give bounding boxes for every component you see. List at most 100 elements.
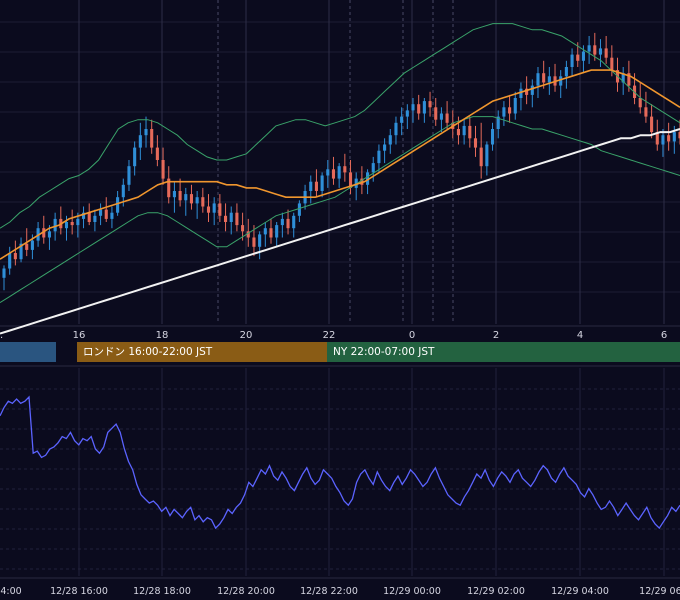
x-tick-label: 18 [156,330,169,341]
candle-body [326,169,330,176]
candle-body [400,116,404,123]
candle-body [184,194,188,201]
candle-body [13,253,17,260]
candle-body [286,218,290,229]
candle-body [434,107,438,120]
osc-x-tick-label: 12/28 16:00 [50,586,108,597]
short-ma-line [0,69,680,260]
oscillator-line [0,395,680,530]
candle-body [104,209,108,219]
candle-body [570,54,574,67]
candle-body [388,135,392,145]
candle-body [127,166,131,185]
osc-x-tick-label: 12/29 00:00 [383,586,441,597]
candle-body [195,197,199,204]
candle-body [536,73,540,86]
candle-body [598,48,603,55]
candle-body [252,237,256,247]
candle-body [223,215,228,222]
candle-body [508,107,512,114]
candle-body [490,129,495,145]
session-london: ロンドン 16:00-22:00 JST [77,342,327,362]
osc-x-tick-label: 12/28 18:00 [133,586,191,597]
candle-body [269,228,273,238]
candle-body [564,67,568,77]
candle-body [576,54,580,61]
candle-body [297,203,301,216]
candle-body [172,191,176,198]
candle-body [439,113,443,120]
x-tick-label: 16 [73,330,86,341]
candle-body [473,138,478,148]
candle-body [76,218,80,226]
x-tick-label: 2 [493,330,499,341]
candle-body [468,125,472,139]
candle-body [428,101,432,108]
candle-body [644,107,648,117]
candle-body [422,101,426,114]
candle-body [587,45,591,52]
candle-body [206,206,211,213]
candle-body [320,175,324,191]
candle-body [70,222,74,226]
osc-x-tick-label: 12/29 06: [639,586,680,597]
candle-body [2,268,6,278]
candle-body [263,228,267,235]
candle-body [47,231,51,238]
candle-body [161,160,165,179]
candle-body [502,107,506,117]
price-chart: 16 18 20 22 0 2 4 6. 14:00 12/28 16:00 12/28 18:00… [0,0,680,597]
candle-body [661,135,665,145]
candle-body [99,209,103,216]
candle-body [280,218,284,226]
candle-body [581,51,585,61]
candle-body [377,150,381,164]
x-tick-label: 0 [409,330,415,341]
candle-body [229,212,233,222]
candle-body [445,113,449,123]
candle-body [411,104,415,111]
candle-body [394,122,398,136]
candle-body [25,243,29,250]
candle-body [64,222,69,229]
candle-body [110,212,114,219]
candle-body [212,203,216,213]
x-tick-label: 6 [661,330,667,341]
candle-body [258,234,262,247]
candle-body [121,184,125,198]
osc-x-tick-label: 12/28 20:00 [217,586,275,597]
candle-body [150,129,154,148]
candle-body [331,169,336,179]
candle-body [417,104,421,114]
session-tokyo [0,342,56,362]
candle-body [235,212,239,226]
candle-body [485,144,489,167]
candle-body [405,110,409,117]
candle-body [93,215,97,222]
candle-body [8,253,12,269]
candle-body [650,116,654,133]
candle-body [337,166,341,179]
candle-body [530,85,534,95]
x-tick-label: 4 [577,330,583,341]
candle-body [241,225,245,232]
candle-body [371,163,375,173]
candle-body [53,218,57,232]
candle-body [155,147,159,160]
osc-x-tick-label: 12/29 04:00 [551,586,609,597]
candle-body [218,203,222,216]
osc-x-tick-label: 14:00 [0,586,22,597]
candle-body [292,215,296,229]
candle-body [542,73,546,83]
candle-body [672,132,676,142]
candle-body [178,191,182,201]
candle-body [383,144,387,151]
candle-body [456,129,461,136]
candle-body [479,147,483,167]
candle-body [201,197,205,207]
candle-body [314,181,318,191]
osc-x-tick-label: 12/28 22:00 [300,586,358,597]
candle-body [547,76,551,83]
candle-body [513,98,517,114]
candle-body [116,197,120,213]
